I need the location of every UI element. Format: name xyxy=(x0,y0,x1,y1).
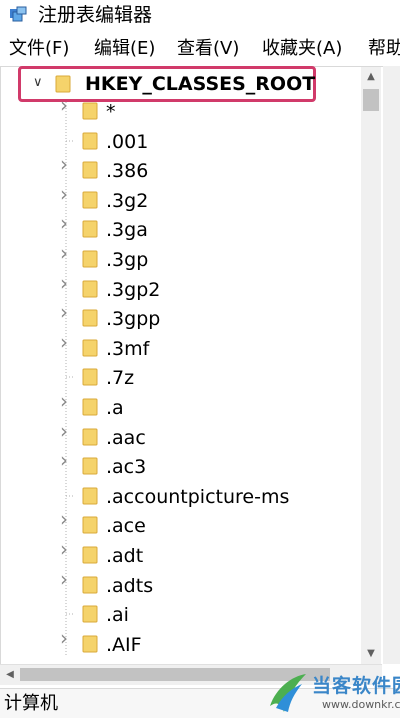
tree-item[interactable]: › .a xyxy=(60,391,360,423)
collapse-icon[interactable]: ∨ xyxy=(33,75,43,90)
expand-chevron-icon[interactable]: › xyxy=(60,154,72,174)
tree-item-label: .ace xyxy=(106,515,146,537)
expand-chevron-icon[interactable]: › xyxy=(60,243,72,263)
tree-item[interactable]: › .ac3 xyxy=(60,450,360,482)
tree-item[interactable]: › .3gp2 xyxy=(60,273,360,305)
folder-icon xyxy=(82,191,98,209)
expand-chevron-icon[interactable]: › xyxy=(60,273,72,293)
folder-icon xyxy=(82,457,98,475)
tree-item-label: .3mf xyxy=(106,338,150,360)
expand-chevron-icon[interactable]: › xyxy=(60,450,72,470)
tree-item[interactable]: .accountpicture-ms xyxy=(60,482,360,512)
folder-icon xyxy=(55,75,71,93)
tree-item-label: .ai xyxy=(106,604,129,626)
tree-item[interactable]: › .AIF xyxy=(60,628,360,660)
expand-chevron-icon[interactable]: › xyxy=(60,509,72,529)
tree-item-label: .3gp2 xyxy=(106,279,161,301)
tree-item[interactable]: › .386 xyxy=(60,154,360,186)
watermark-name: 当客软件园 xyxy=(312,675,400,697)
scroll-up-icon[interactable]: ▲ xyxy=(361,67,381,87)
expand-chevron-icon[interactable]: › xyxy=(60,391,72,411)
tree-item-label: * xyxy=(106,101,116,123)
tree-item-label: .aac xyxy=(106,427,146,449)
folder-icon xyxy=(82,368,98,386)
tree-item-label: .3gpp xyxy=(106,308,161,330)
expand-chevron-icon[interactable]: › xyxy=(60,628,72,648)
expand-chevron-icon[interactable]: › xyxy=(60,332,72,352)
tree-item[interactable]: › .3g2 xyxy=(60,184,360,216)
watermark-logo-icon xyxy=(270,674,306,712)
folder-icon xyxy=(82,398,98,416)
expand-chevron-icon[interactable]: › xyxy=(60,213,72,233)
tree-item[interactable]: › .ace xyxy=(60,509,360,541)
folder-icon xyxy=(82,161,98,179)
expand-chevron-icon[interactable]: › xyxy=(60,302,72,322)
expand-chevron-icon[interactable]: › xyxy=(60,569,72,589)
tree-item-label: .accountpicture-ms xyxy=(106,486,290,508)
folder-icon xyxy=(82,102,98,120)
tree-connector xyxy=(60,607,74,621)
folder-icon xyxy=(82,487,98,505)
tree-item[interactable]: › * xyxy=(60,95,360,127)
tree-item[interactable]: › .3gpp xyxy=(60,302,360,334)
folder-icon xyxy=(82,132,98,150)
folder-icon xyxy=(82,605,98,623)
status-path: 计算机 xyxy=(4,693,58,714)
tree-connector xyxy=(60,489,74,503)
folder-icon xyxy=(82,339,98,357)
tree-item-label: .3ga xyxy=(106,219,148,241)
tree-item-label: .adts xyxy=(106,575,154,597)
tree-item-label: .386 xyxy=(106,160,149,182)
folder-icon xyxy=(82,428,98,446)
tree-item[interactable]: .001 xyxy=(60,127,360,157)
tree-item[interactable]: › .adts xyxy=(60,569,360,601)
tree-connector xyxy=(60,370,74,384)
folder-icon xyxy=(82,250,98,268)
tree-item[interactable]: › .3ga xyxy=(60,213,360,245)
tree-item-label: .a xyxy=(106,397,124,419)
folder-icon xyxy=(82,309,98,327)
scroll-left-icon[interactable]: ◀ xyxy=(2,665,18,685)
vertical-scrollbar[interactable]: ▲ ▼ xyxy=(361,67,381,664)
tree-connector xyxy=(60,134,74,148)
tree-item-label: .3gp xyxy=(106,249,149,271)
tree-item[interactable]: .7z xyxy=(60,363,360,393)
tree-item-label: .ac3 xyxy=(106,456,147,478)
folder-icon xyxy=(82,220,98,238)
expand-chevron-icon[interactable]: › xyxy=(60,95,72,115)
tree-item-label: .adt xyxy=(106,545,144,567)
tree-item-label: .001 xyxy=(106,131,149,153)
folder-icon xyxy=(82,280,98,298)
tree-item-label: .AIF xyxy=(106,634,142,656)
site-watermark: 当客软件园 www.downkr.com xyxy=(262,668,400,717)
tree-item-label: .7z xyxy=(106,367,135,389)
vertical-scroll-thumb[interactable] xyxy=(363,89,379,111)
tree-root-label: HKEY_CLASSES_ROOT xyxy=(85,73,316,95)
tree-item-label: .3g2 xyxy=(106,190,149,212)
expand-chevron-icon[interactable]: › xyxy=(60,539,72,559)
scroll-down-icon[interactable]: ▼ xyxy=(361,644,381,664)
expand-chevron-icon[interactable]: › xyxy=(60,421,72,441)
tree-item[interactable]: › .adt xyxy=(60,539,360,571)
watermark-url: www.downkr.com xyxy=(322,698,400,711)
folder-icon xyxy=(82,546,98,564)
tree-item[interactable]: › .3mf xyxy=(60,332,360,364)
tree-item[interactable]: .ai xyxy=(60,600,360,630)
tree-item[interactable]: › .aac xyxy=(60,421,360,453)
folder-icon xyxy=(82,635,98,653)
folder-icon xyxy=(82,516,98,534)
folder-icon xyxy=(82,576,98,594)
expand-chevron-icon[interactable]: › xyxy=(60,184,72,204)
value-pane-edge xyxy=(383,66,400,664)
tree-item[interactable]: › .3gp xyxy=(60,243,360,275)
